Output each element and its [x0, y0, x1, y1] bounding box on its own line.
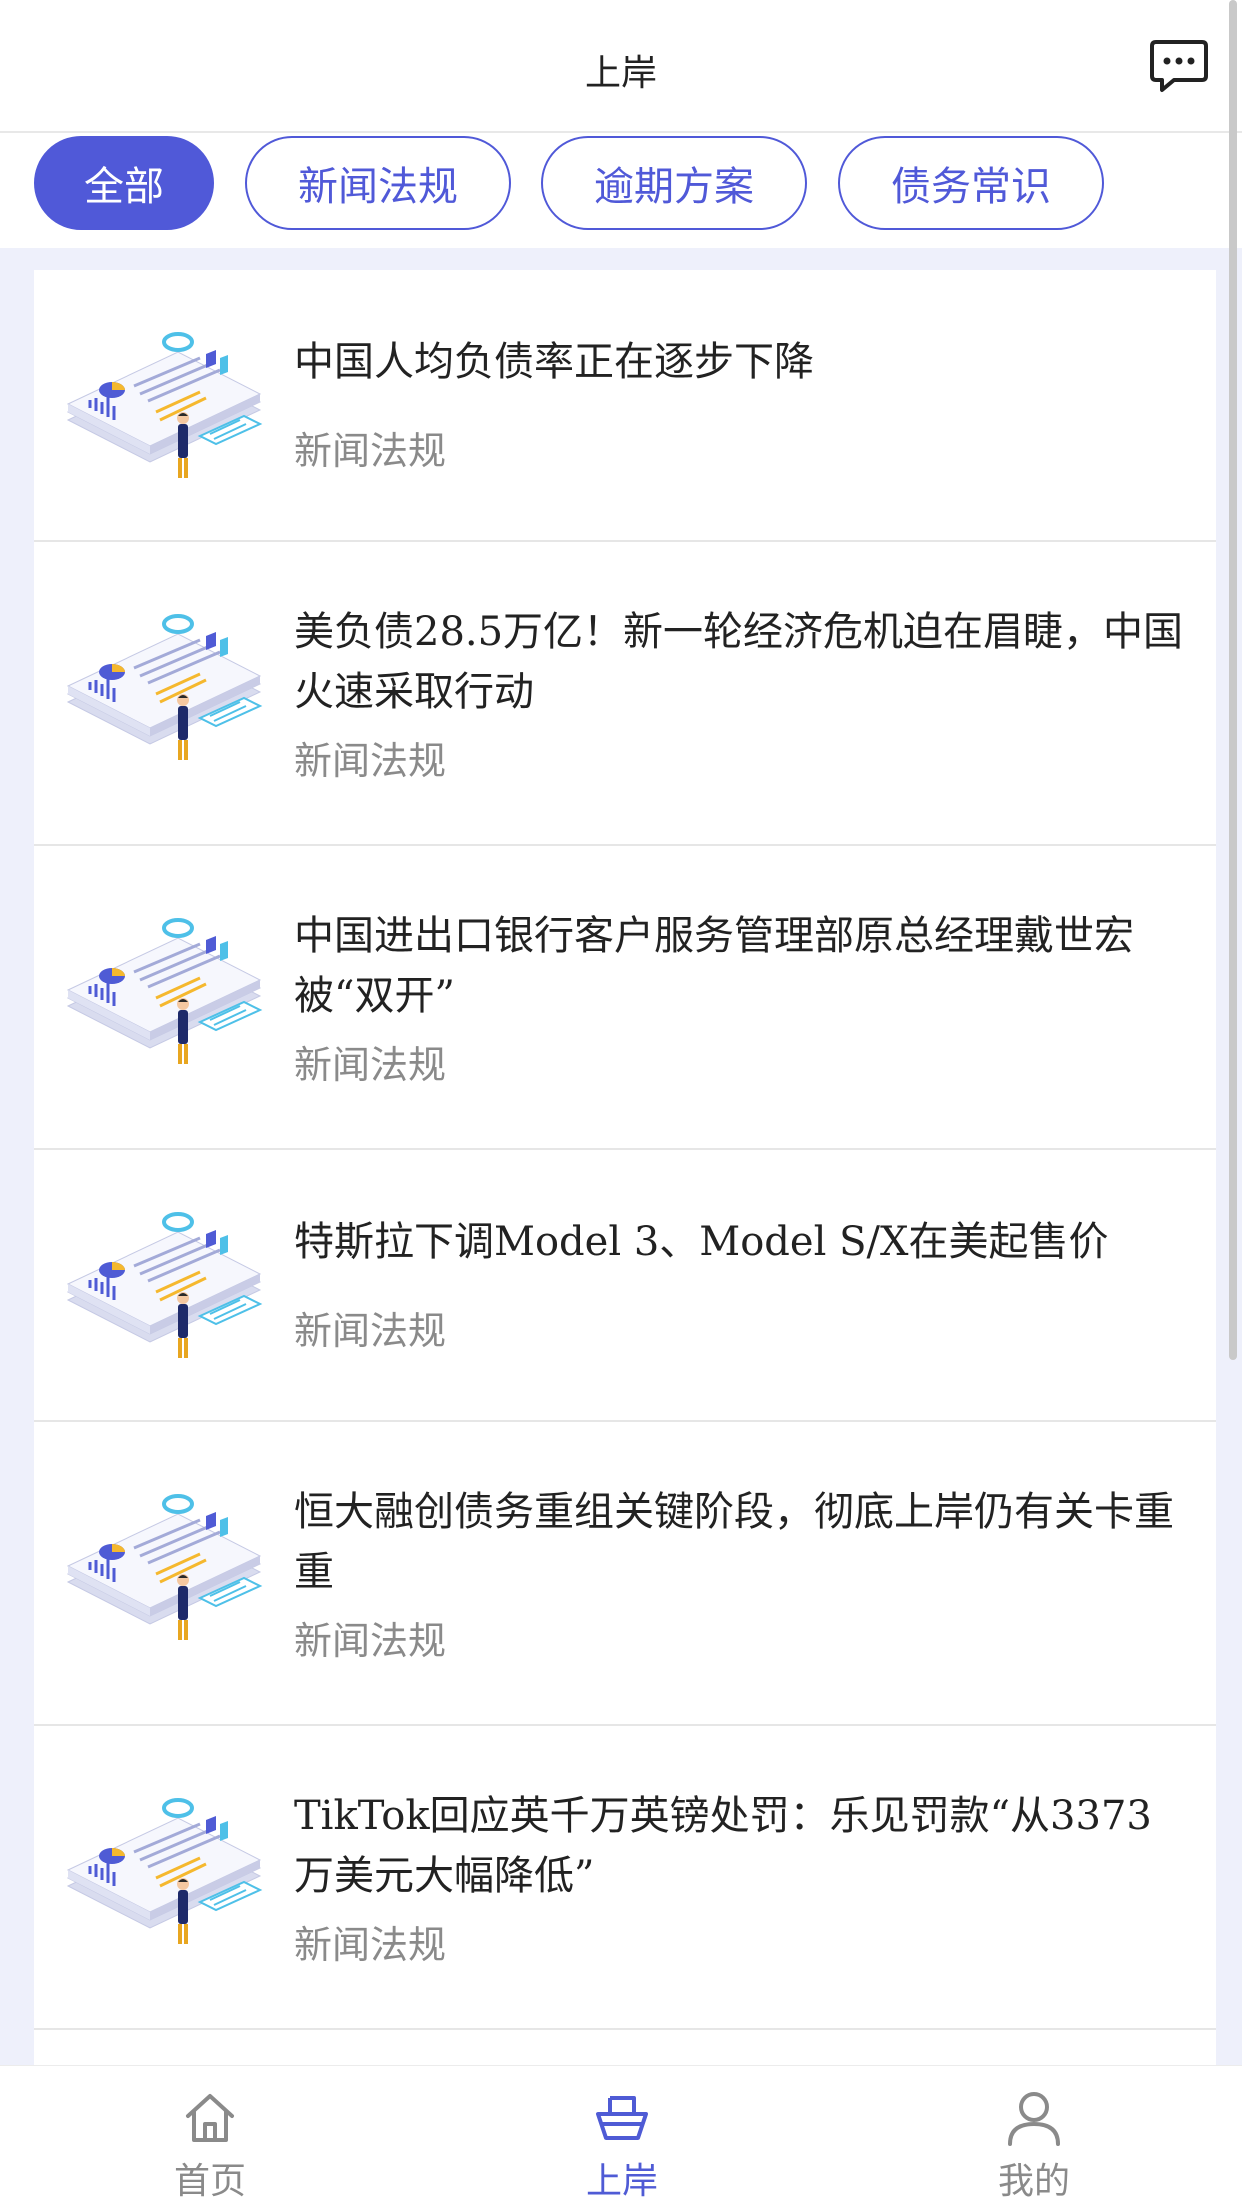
- article-title: 恒大融创债务重组关键阶段，彻底上岸仍有关卡重重: [294, 1489, 1174, 1595]
- report-illustration-icon: [66, 1798, 263, 1944]
- article-category: 新闻法规: [294, 1923, 447, 1967]
- nav-home[interactable]: 首页: [110, 2066, 310, 2208]
- tab-all[interactable]: 全部: [34, 136, 214, 230]
- article-title: 特斯拉下调Model 3、Model S/X在美起售价: [294, 1219, 1109, 1265]
- nav-shore-label: 上岸: [585, 2161, 658, 2202]
- article-item[interactable]: 恒大融创债务重组关键阶段，彻底上岸仍有关卡重重 新闻法规: [34, 1422, 1216, 1726]
- home-icon: [186, 2094, 234, 2142]
- nav-profile-label: 我的: [997, 2161, 1070, 2202]
- article-item[interactable]: 中国进出口银行客户服务管理部原总经理戴世宏被“双开” 新闻法规: [34, 846, 1216, 1150]
- article-list: 中国人均负债率正在逐步下降 新闻法规 美负债28.5万亿！新一轮经济危机迫在眉睫…: [34, 270, 1216, 2070]
- article-title: 中国进出口银行客户服务管理部原总经理戴世宏被“双开”: [294, 913, 1134, 1019]
- article-thumbnail: [60, 1208, 266, 1368]
- nav-profile[interactable]: 我的: [934, 2066, 1134, 2208]
- category-tabs: 全部 新闻法规 逾期方案 债务常识: [0, 133, 1242, 248]
- article-category: 新闻法规: [294, 1619, 447, 1663]
- report-illustration-icon: [66, 1494, 263, 1640]
- user-icon: [1008, 2092, 1060, 2146]
- tab-debt-knowledge[interactable]: 债务常识: [838, 136, 1104, 230]
- chat-bubble-icon: [1150, 40, 1208, 92]
- scrollbar[interactable]: [1229, 0, 1237, 1360]
- article-thumbnail: [60, 1490, 266, 1650]
- report-illustration-icon: [66, 918, 263, 1064]
- report-illustration-icon: [66, 332, 263, 478]
- news-page: 上岸 全部 新闻法规 逾期方案 债务常识 中国人均负债率正在逐步下降 新闻法规 …: [0, 0, 1242, 2208]
- article-thumbnail: [60, 914, 266, 1074]
- article-category: 新闻法规: [294, 1043, 447, 1087]
- article-title: 中国人均负债率正在逐步下降: [294, 339, 814, 385]
- article-title: TikTok回应英千万英镑处罚：乐见罚款“从3373万美元大幅降低”: [294, 1793, 1152, 1899]
- article-category: 新闻法规: [294, 739, 447, 783]
- article-thumbnail: [60, 610, 266, 770]
- nav-shore[interactable]: 上岸: [522, 2066, 722, 2208]
- tab-overdue-plans[interactable]: 逾期方案: [541, 136, 807, 230]
- article-category: 新闻法规: [294, 1309, 447, 1353]
- page-title: 上岸: [584, 53, 657, 94]
- article-title: 美负债28.5万亿！新一轮经济危机迫在眉睫，中国火速采取行动: [294, 609, 1184, 715]
- bottom-nav: 首页 上岸 我的: [0, 2065, 1242, 2208]
- message-button[interactable]: [1148, 36, 1210, 98]
- article-thumbnail: [60, 1794, 266, 1954]
- article-item[interactable]: TikTok回应英千万英镑处罚：乐见罚款“从3373万美元大幅降低” 新闻法规: [34, 1726, 1216, 2030]
- article-item[interactable]: 特斯拉下调Model 3、Model S/X在美起售价 新闻法规: [34, 1150, 1216, 1422]
- article-item[interactable]: 美负债28.5万亿！新一轮经济危机迫在眉睫，中国火速采取行动 新闻法规: [34, 542, 1216, 846]
- article-item[interactable]: 中国人均负债率正在逐步下降 新闻法规: [34, 270, 1216, 542]
- nav-home-label: 首页: [173, 2161, 246, 2202]
- report-illustration-icon: [66, 1212, 263, 1358]
- report-illustration-icon: [66, 614, 263, 760]
- article-category: 新闻法规: [294, 429, 447, 473]
- header: 上岸: [0, 0, 1242, 133]
- tab-news-regulations[interactable]: 新闻法规: [245, 136, 511, 230]
- article-thumbnail: [60, 328, 266, 488]
- boat-icon: [596, 2096, 648, 2140]
